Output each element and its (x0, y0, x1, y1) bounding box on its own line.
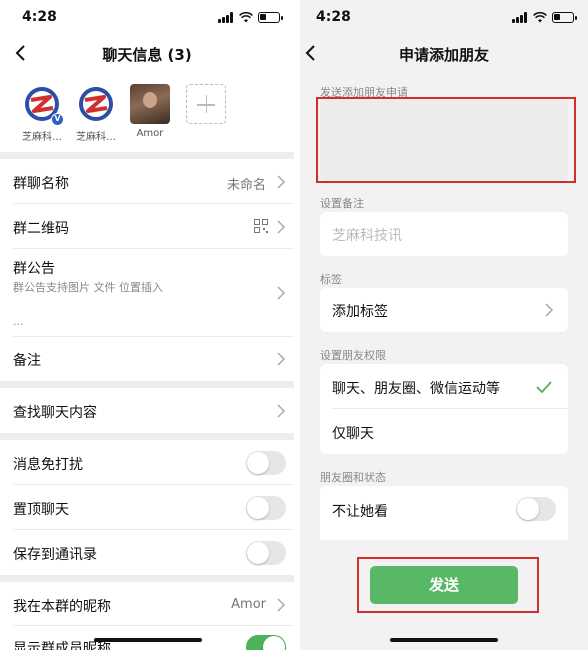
nav-bar: 申请添加朋友 (300, 36, 588, 70)
chevron-right-icon (277, 404, 286, 418)
remark-row[interactable]: 备注 (0, 337, 294, 381)
my-nickname-label: 我在本群的昵称 (13, 599, 111, 615)
status-time: 4:28 (22, 9, 57, 25)
status-bar: 4:28 (0, 0, 294, 36)
tag-section-label: 标签 (320, 273, 342, 286)
member-avatar[interactable]: V 芝麻科… (16, 84, 68, 143)
group-qr-label: 群二维码 (13, 221, 69, 237)
add-tag-row[interactable]: 添加标签 (320, 288, 568, 332)
highlight-frame (357, 557, 539, 613)
group-name-value: 未命名 (226, 178, 266, 193)
chevron-right-icon (277, 598, 286, 612)
verified-badge-icon: V (51, 113, 64, 126)
status-time: 4:28 (316, 9, 351, 25)
pin-chat-row: 置顶聊天 (0, 485, 294, 530)
save-contacts-toggle[interactable] (246, 541, 286, 565)
battery-icon (552, 12, 577, 23)
permission-option-chat-only[interactable]: 仅聊天 (320, 409, 568, 454)
chevron-right-icon (277, 352, 286, 366)
chevron-right-icon (277, 286, 286, 300)
search-chat-label: 查找聊天内容 (13, 405, 97, 421)
member-avatar[interactable]: 芝麻科… (70, 84, 122, 143)
save-contacts-row: 保存到通讯录 (0, 530, 294, 575)
checkmark-icon (536, 381, 552, 393)
group-name-row[interactable]: 群聊名称 未命名 (0, 159, 294, 204)
moments-section-label: 朋友圈和状态 (320, 471, 386, 484)
add-friend-request-screen: 4:28 申请添加朋友 发送添加朋友申请 设置备注 芝麻科技讯 标签 添加标签 … (300, 0, 588, 650)
permission-section-label: 设置朋友权限 (320, 349, 386, 362)
permission-option-full[interactable]: 聊天、朋友圈、微信运动等 (320, 364, 568, 409)
photo-avatar (130, 84, 170, 124)
permission-option-label: 聊天、朋友圈、微信运动等 (332, 381, 500, 397)
section-separator (0, 381, 294, 388)
permission-options: 聊天、朋友圈、微信运动等 仅聊天 (320, 364, 568, 454)
member-avatar[interactable]: Amor (124, 84, 176, 139)
my-nickname-row[interactable]: 我在本群的昵称 Amor (0, 582, 294, 626)
my-nickname-value: Amor (231, 597, 266, 612)
section-separator (0, 575, 294, 582)
remark-section-label: 设置备注 (320, 197, 364, 210)
nav-bar: 聊天信息 (3) (0, 36, 294, 70)
group-notice-row[interactable]: 群公告 群公告支持图片 文件 位置插入 ... (0, 249, 294, 337)
remark-label: 备注 (13, 353, 41, 369)
group-qr-row[interactable]: 群二维码 (0, 204, 294, 249)
wifi-icon (239, 12, 253, 23)
mute-label: 消息免打扰 (13, 457, 83, 473)
add-member-button[interactable] (186, 84, 226, 124)
group-notice-label: 群公告 (13, 261, 55, 277)
save-contacts-label: 保存到通讯录 (13, 547, 97, 563)
highlight-frame (316, 97, 576, 183)
mute-row: 消息免打扰 (0, 440, 294, 485)
remark-placeholder: 芝麻科技讯 (332, 228, 402, 244)
group-name-label: 群聊名称 (13, 176, 69, 192)
status-bar: 4:28 (300, 0, 588, 36)
chat-info-screen: 4:28 聊天信息 (3) V 芝麻科… 芝麻科… Amor 群聊名称 未命名 … (0, 0, 294, 650)
permission-option-label: 仅聊天 (332, 426, 374, 442)
member-name: 芝麻科… (22, 132, 62, 143)
section-separator (0, 152, 294, 159)
signal-icon (512, 12, 528, 23)
add-tag-label: 添加标签 (332, 304, 388, 320)
wifi-icon (533, 12, 547, 23)
mute-toggle[interactable] (246, 451, 286, 475)
hide-moments-toggle[interactable] (516, 497, 556, 521)
signal-icon (218, 12, 234, 23)
remark-input[interactable]: 芝麻科技讯 (320, 212, 568, 256)
search-chat-row[interactable]: 查找聊天内容 (0, 388, 294, 433)
home-indicator (390, 638, 498, 642)
show-nickname-toggle[interactable] (246, 635, 286, 650)
member-name: 芝麻科… (76, 132, 116, 143)
brand-logo-icon (76, 84, 116, 124)
brand-logo-icon: V (22, 84, 64, 126)
member-list: V 芝麻科… 芝麻科… Amor (0, 80, 294, 150)
chevron-right-icon (277, 220, 286, 234)
pin-chat-toggle[interactable] (246, 496, 286, 520)
home-indicator (94, 638, 202, 642)
chevron-right-icon (545, 303, 554, 317)
member-name: Amor (136, 128, 164, 139)
page-title: 申请添加朋友 (398, 46, 489, 64)
qr-code-icon (254, 219, 268, 233)
chevron-right-icon (277, 175, 286, 189)
battery-icon (258, 12, 283, 23)
group-notice-ellipsis: ... (13, 315, 24, 328)
pin-chat-label: 置顶聊天 (13, 502, 69, 518)
group-notice-description: 群公告支持图片 文件 位置插入 (13, 281, 163, 294)
hide-moments-label: 不让她看 (332, 504, 388, 520)
section-separator (0, 433, 294, 440)
page-title: 聊天信息 (3) (102, 46, 192, 64)
